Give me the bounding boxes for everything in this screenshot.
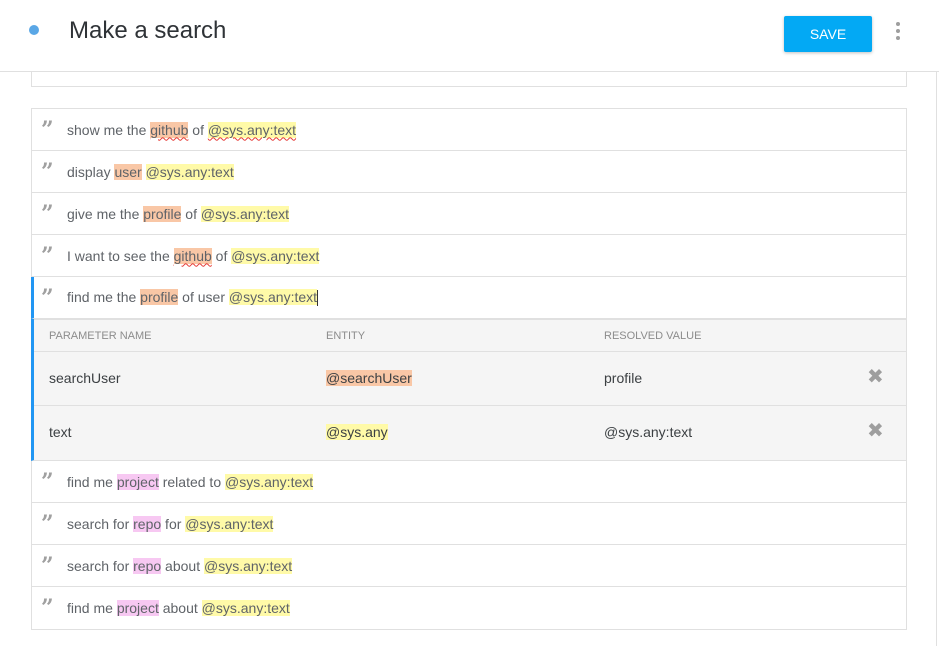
header: Make a search SAVE [0,0,939,72]
parameter-table: PARAMETER NAME ENTITY RESOLVED VALUE search… [31,319,906,461]
phrase-token: related to [158,473,225,490]
quote-icon: ” [41,553,54,579]
phrase-token: of [181,205,201,222]
annotated-token[interactable]: github [150,121,189,138]
annotated-token[interactable]: profile [143,205,182,222]
phrase-text[interactable]: I want to see the github of @sys.any:tex… [67,247,320,264]
annotated-token[interactable]: profile [140,288,179,305]
divider [936,72,937,646]
quote-icon: ” [41,469,54,495]
phrase-token: I want to see the [67,247,174,264]
phrase-row[interactable]: ” give me the profile of @sys.any:text [32,193,906,235]
annotated-token[interactable]: @sys.any:text [228,288,318,305]
phrase-text[interactable]: display user @sys.any:text [67,163,234,180]
annotated-token[interactable]: @sys.any:text [200,205,290,222]
parameter-row: text @sys.any @sys.any:text ✖ [34,406,906,460]
quote-icon: ” [41,511,54,537]
parameter-row: searchUser @searchUser profile ✖ [34,352,906,406]
phrase-token: about [158,600,202,616]
parameter-entity[interactable]: @searchUser [326,370,412,386]
annotated-token[interactable]: github [173,247,212,264]
annotated-token[interactable]: user [114,163,142,180]
phrase-token [142,164,146,180]
phrase-token: of user [178,288,229,305]
close-icon[interactable]: ✖ [867,421,884,441]
more-vert-icon[interactable] [890,20,906,46]
annotated-token[interactable]: project [116,600,159,616]
phrase-token: find me [67,473,117,490]
parameter-resolved-value[interactable]: @sys.any:text [604,424,692,440]
quote-icon: ” [41,201,54,227]
parameter-table-header: PARAMETER NAME ENTITY RESOLVED VALUE [34,319,906,352]
parameter-name[interactable]: text [49,424,72,440]
phrase-token: search for [67,515,134,532]
annotated-token[interactable]: @sys.any:text [204,557,293,574]
phrase-text[interactable]: give me the profile of @sys.any:text [67,205,290,222]
phrase-token: search for [67,557,134,574]
close-icon[interactable]: ✖ [867,367,884,387]
phrase-text[interactable]: show me the github of @sys.any:text [67,121,297,138]
text-caret [317,290,319,307]
phrase-token: of [188,121,208,138]
parameter-name-header: PARAMETER NAME [49,330,152,342]
previous-section [31,72,907,87]
phrase-row[interactable]: ” show me the github of @sys.any:text [32,109,906,151]
quote-icon: ” [41,243,54,269]
quote-icon: ” [41,595,54,621]
page-title: Make a search [69,17,227,44]
resolved-value-header: RESOLVED VALUE [604,330,702,342]
phrase-token: for [161,515,186,532]
phrase-row[interactable]: ” find me the profile of user @sys.any:te… [31,277,906,319]
annotated-token[interactable]: @sys.any:text [201,600,290,616]
phrase-row[interactable]: ” I want to see the github of @sys.any:te… [32,235,906,277]
entity-header: ENTITY [326,330,366,342]
phrase-row[interactable]: ” search for repo about @sys.any:text [32,545,906,587]
annotated-token[interactable]: @sys.any:text [207,121,297,138]
phrase-token: show me the [67,121,151,138]
phrase-text[interactable]: find me project related to @sys.any:text [67,473,314,490]
training-phrases-list: ” show me the github of @sys.any:text ” dis… [31,108,907,630]
annotated-token[interactable]: repo [133,557,162,574]
annotated-token[interactable]: @sys.any:text [145,163,234,180]
phrase-row[interactable]: ” search for repo for @sys.any:text [32,503,906,545]
parameter-entity[interactable]: @sys.any [326,424,388,440]
phrase-row[interactable]: ” find me project related to @sys.any:tex… [32,461,906,503]
phrase-token: find me the [67,288,141,305]
parameter-name[interactable]: searchUser [49,370,121,386]
phrase-text[interactable]: find me the profile of user @sys.any:tex… [67,288,319,307]
save-button[interactable]: SAVE [784,16,872,52]
annotated-token[interactable]: project [116,473,159,490]
phrase-token: about [161,557,204,574]
status-dot [29,25,39,35]
phrase-text[interactable]: find me project about @sys.any:text [67,600,290,616]
annotated-token[interactable]: @sys.any:text [185,515,274,532]
annotated-token[interactable]: repo [133,515,162,532]
phrase-row[interactable]: ” find me project about @sys.any:text [32,587,906,629]
phrase-text[interactable]: search for repo for @sys.any:text [67,515,274,532]
phrase-token: display [67,163,115,180]
quote-icon: ” [41,159,54,185]
annotated-token[interactable]: @sys.any:text [231,247,320,264]
quote-icon: ” [41,285,54,311]
annotated-token[interactable]: @sys.any:text [225,473,314,490]
quote-icon: ” [41,117,54,143]
parameter-resolved-value[interactable]: profile [604,370,642,386]
phrase-token: give me the [67,205,144,222]
phrase-token: find me [67,600,117,616]
phrase-text[interactable]: search for repo about @sys.any:text [67,557,293,574]
phrase-token: of [211,247,232,264]
phrase-row[interactable]: ” display user @sys.any:text [32,151,906,193]
